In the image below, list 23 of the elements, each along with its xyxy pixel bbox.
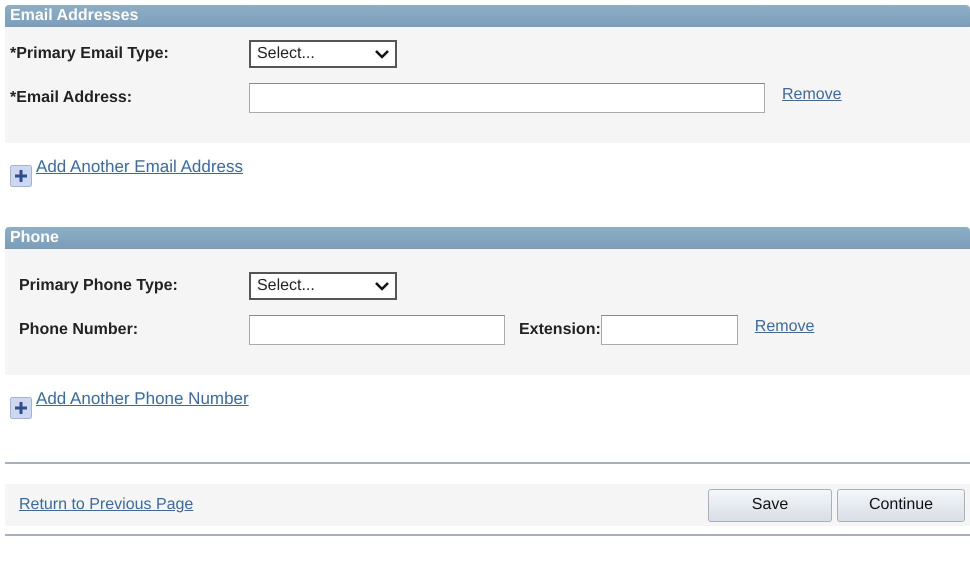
field-label: Primary Phone Type: <box>18 277 179 295</box>
chevron-down-icon <box>375 282 389 290</box>
section-header: Email Addresses <box>5 5 970 27</box>
return-link[interactable]: Return to Previous Page <box>19 496 194 514</box>
field-label: Extension: <box>519 321 601 339</box>
remove-link[interactable]: Remove <box>754 318 814 336</box>
field-label: *Primary Email Type: <box>9 45 170 63</box>
plus-icon[interactable] <box>10 165 32 187</box>
plus-icon[interactable] <box>10 397 32 419</box>
add-link[interactable]: Add Another Email Address <box>36 157 243 177</box>
input-field[interactable] <box>249 315 505 345</box>
field-label: *Email Address: <box>9 89 134 107</box>
input-field[interactable] <box>249 83 765 113</box>
section-header: Phone <box>5 227 970 249</box>
save-button[interactable]: Save <box>708 488 832 522</box>
remove-link[interactable]: Remove <box>782 86 842 104</box>
continue-button[interactable]: Continue <box>837 488 965 522</box>
add-link[interactable]: Add Another Phone Number <box>36 389 249 409</box>
type-dropdown[interactable]: Select... <box>249 40 397 68</box>
chevron-down-icon <box>375 50 389 58</box>
type-dropdown[interactable]: Select... <box>249 272 397 300</box>
input-field[interactable] <box>600 315 738 345</box>
field-label: Phone Number: <box>18 321 140 339</box>
